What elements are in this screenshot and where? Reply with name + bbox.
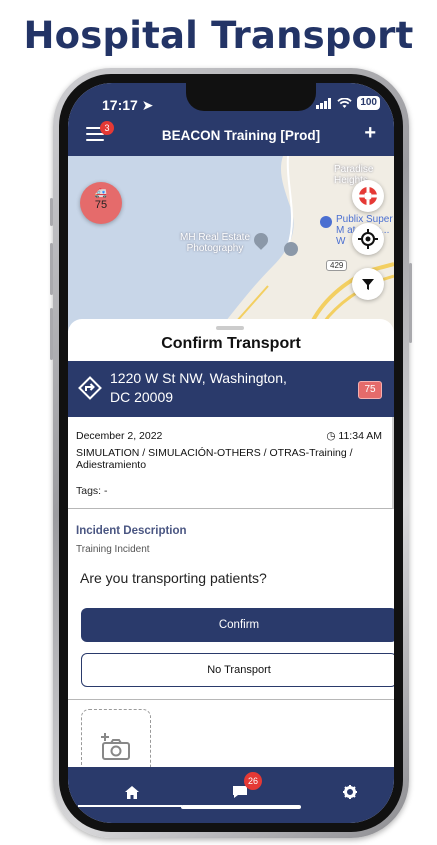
add-photo-button[interactable]	[81, 709, 151, 767]
lifebuoy-icon	[359, 187, 377, 205]
incident-date: December 2, 2022	[76, 430, 163, 442]
lifebuoy-button[interactable]	[352, 180, 384, 212]
address-bar: 1220 W St NW, Washington, DC 20009 75	[68, 361, 394, 417]
address-text: 1220 W St NW, Washington, DC 20009	[110, 370, 287, 405]
notch	[186, 83, 316, 111]
filter-button[interactable]	[352, 268, 384, 300]
add-photo-icon	[101, 733, 130, 760]
status-icons: 100	[316, 96, 380, 110]
sheet-grabber[interactable]	[216, 326, 244, 330]
transport-question: Are you transporting patients?	[80, 570, 267, 586]
map-view[interactable]: Paradise Heights MH Real Estate Photogra…	[68, 156, 394, 331]
divider	[68, 699, 394, 700]
address-badge: 75	[358, 381, 382, 399]
incident-details: December 2, 2022 ◷ 11:34 AM SIMULATION /…	[68, 417, 394, 509]
tab-settings[interactable]	[296, 777, 394, 807]
phone-volume-up	[50, 243, 53, 295]
incident-tags: Tags: -	[76, 485, 108, 497]
incident-description-value: Training Incident	[76, 544, 150, 555]
tab-home[interactable]	[78, 777, 186, 807]
phone-screen: 17:17 ➤ 100 3 BEACON Training [Prod] + P…	[68, 83, 394, 823]
confirm-transport-sheet: Confirm Transport 1220 W St NW, Washingt…	[68, 319, 394, 767]
directions-icon[interactable]	[78, 376, 102, 400]
clock-icon: ◷	[326, 430, 336, 442]
map-label-poi: MH Real Estate Photography	[179, 232, 251, 254]
education-poi-icon	[284, 242, 298, 256]
phone-volume-down	[50, 308, 53, 360]
incident-category: SIMULATION / SIMULACIÓN-OTHERS / OTRAS-T…	[76, 447, 353, 471]
no-transport-button[interactable]: No Transport	[81, 653, 394, 687]
unit-counter-bubble[interactable]: 🚑 75	[80, 182, 122, 224]
messages-badge: 26	[244, 772, 262, 790]
phone-mute-switch	[50, 198, 53, 226]
tab-bar: 26	[68, 767, 394, 823]
road-shield: 429	[326, 260, 348, 271]
unit-counter-value: 75	[94, 199, 108, 211]
phone-frame: 17:17 ➤ 100 3 BEACON Training [Prod] + P…	[50, 68, 412, 838]
confirm-button[interactable]: Confirm	[81, 608, 394, 642]
filter-icon	[362, 279, 374, 290]
crosshair-icon	[358, 229, 378, 249]
locate-button[interactable]	[352, 223, 384, 255]
home-icon	[125, 785, 139, 799]
ambulance-icon: 🚑	[94, 188, 108, 199]
status-time: 17:17 ➤	[102, 97, 154, 113]
shopping-poi-icon	[320, 216, 332, 228]
page-heading: Hospital Transport	[23, 14, 414, 57]
tab-home-indicator	[78, 805, 182, 807]
wifi-icon	[337, 97, 352, 108]
location-arrow-icon: ➤	[141, 97, 154, 113]
home-indicator	[181, 805, 301, 809]
signal-icon	[316, 97, 332, 109]
sheet-title: Confirm Transport	[161, 335, 301, 352]
tab-messages[interactable]: 26	[186, 772, 294, 807]
incident-description-heading: Incident Description	[76, 525, 187, 537]
add-button[interactable]: +	[364, 122, 376, 145]
app-title: BEACON Training [Prod]	[161, 128, 321, 143]
battery-indicator: 100	[357, 96, 380, 110]
gear-icon	[343, 785, 357, 799]
phone-power-button	[409, 263, 412, 343]
incident-time: ◷ 11:34 AM	[326, 430, 382, 442]
